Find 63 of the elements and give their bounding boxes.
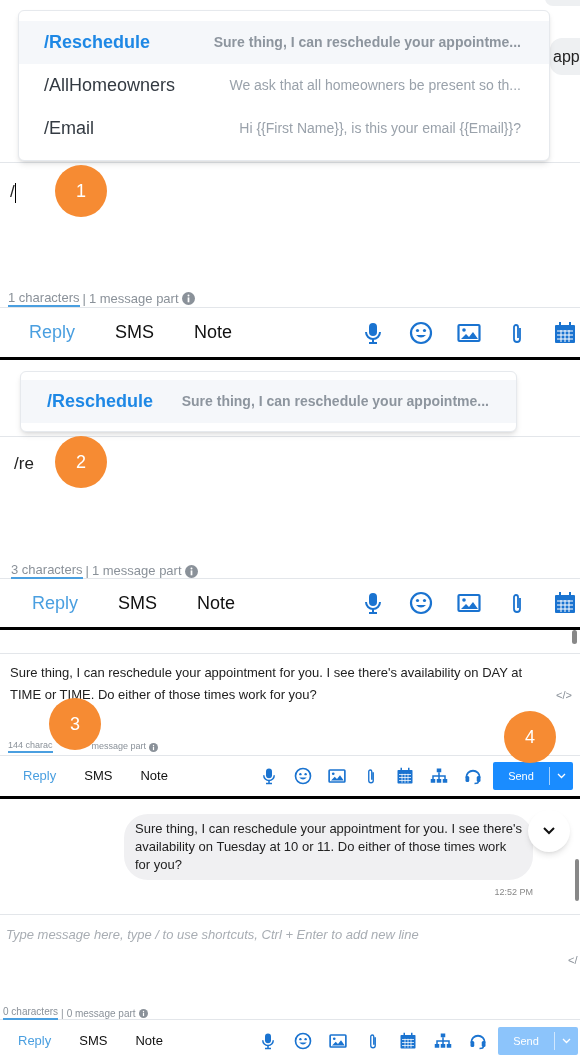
info-icon: [149, 742, 159, 752]
tab[interactable]: Note: [197, 589, 236, 617]
message-input[interactable]: Sure thing, I can reschedule your appointment for you. I see there's availability on DAY at TIME or TIME. Do either of those times work for you?: [10, 662, 550, 706]
image-icon[interactable]: [329, 1032, 347, 1050]
shortcut-preview: Sure thing, I can reschedule your appointme...: [180, 392, 489, 411]
message-bubble: Sure thing, I can reschedule your appointment for you. I see there's availability on Tuesday at 10 or 11. Do either of those times work for you?: [124, 814, 533, 880]
scrollbar-thumb[interactable]: [575, 859, 579, 901]
caret-icon[interactable]: [557, 773, 566, 779]
character-count: 144 charac: [8, 741, 53, 753]
step-badge: 4: [504, 711, 556, 763]
image-icon[interactable]: [457, 591, 481, 615]
shortcut-item[interactable]: /AllHomeowners We ask that all homeowners be present so th...: [19, 64, 549, 107]
mic-icon[interactable]: [259, 1032, 277, 1050]
org-chart-icon[interactable]: [434, 1032, 452, 1050]
info-icon: [138, 1008, 148, 1018]
character-count: 0 characters: [3, 1006, 59, 1020]
message-part-count: 1 message part: [88, 289, 179, 308]
tab[interactable]: Note: [135, 1031, 163, 1051]
separator: |: [61, 1006, 64, 1021]
tab[interactable]: SMS: [84, 766, 113, 786]
headset-icon[interactable]: [469, 1032, 487, 1050]
info-icon: [181, 292, 195, 305]
tab[interactable]: SMS: [79, 1031, 108, 1051]
shortcut-command: /Reschedule: [47, 390, 155, 413]
message-part-count: 1 message part: [91, 562, 182, 581]
shortcut-preview: Sure thing, I can reschedule your appointme...: [212, 33, 521, 52]
shortcut-command: /Email: [44, 117, 95, 140]
smiley-icon[interactable]: [294, 1032, 312, 1050]
chevron-down-icon: [543, 827, 555, 835]
shortcut-preview: Hi {{First Name}}, is this your email {{Email}}?: [238, 119, 521, 138]
step-badge: 2: [55, 436, 107, 488]
calendar-icon[interactable]: [399, 1032, 417, 1050]
smiley-icon[interactable]: [409, 320, 433, 345]
separator: |: [85, 562, 89, 581]
shortcut-command: /AllHomeowners: [44, 74, 177, 97]
tab[interactable]: Note: [140, 766, 168, 786]
character-count: 1 characters: [8, 290, 80, 307]
smiley-icon[interactable]: [294, 767, 312, 785]
step-badge: 1: [55, 165, 107, 217]
scrollbar-thumb[interactable]: [572, 630, 577, 644]
mic-icon[interactable]: [260, 767, 278, 785]
message-time: 12:52 PM: [494, 886, 533, 899]
calendar-icon[interactable]: [553, 320, 577, 345]
smiley-icon[interactable]: [409, 591, 433, 615]
separator: |: [82, 289, 86, 308]
message-part-count: 0 message part: [66, 1006, 136, 1021]
tab[interactable]: SMS: [115, 319, 155, 346]
message-bubble: app: [550, 38, 580, 75]
message-part-count: message part: [91, 740, 147, 754]
shortcut-preview: We ask that all homeowners be present so th...: [228, 76, 521, 95]
shortcut-item[interactable]: /Email Hi {{First Name}}, is this your email {{Email}}?: [19, 107, 549, 150]
info-icon: [184, 564, 198, 578]
tab[interactable]: SMS: [118, 589, 158, 617]
image-icon[interactable]: [328, 767, 346, 785]
headset-icon[interactable]: [464, 767, 482, 785]
org-chart-icon[interactable]: [430, 767, 448, 785]
shortcut-command: /Reschedule: [44, 31, 152, 54]
message-input[interactable]: /: [10, 182, 15, 201]
message-input[interactable]: /re: [14, 454, 34, 473]
calendar-icon[interactable]: [396, 767, 414, 785]
calendar-icon[interactable]: [553, 591, 577, 615]
tab[interactable]: Note: [194, 319, 233, 346]
character-count: 3 characters: [11, 563, 83, 579]
